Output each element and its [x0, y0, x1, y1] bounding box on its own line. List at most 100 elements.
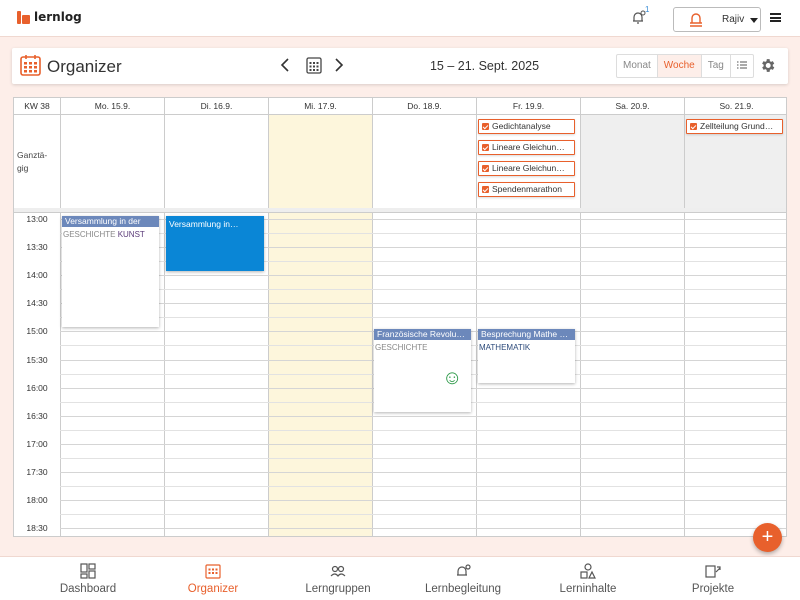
- nav-lernbegleitung[interactable]: Lernbegleitung: [403, 557, 523, 600]
- checkbox-icon: [482, 123, 489, 130]
- chevron-down-icon: [750, 18, 758, 23]
- task-chip[interactable]: Lineare Gleichun…: [478, 161, 575, 176]
- time-label: 15:00: [26, 326, 48, 336]
- grid-line: [60, 528, 786, 529]
- event-title: Besprechung Mathe …: [478, 329, 575, 340]
- nav-organizer[interactable]: Organizer: [153, 557, 273, 600]
- event-title: Französische Revolu…: [374, 329, 471, 340]
- task-chip[interactable]: Spendenmarathon: [478, 182, 575, 197]
- allday-label: Ganztä- gig: [17, 150, 48, 173]
- time-grid: 13:00 13:30 14:00 14:30 15:00 15:30 16:00 16:30…: [14, 213, 786, 536]
- task-label: Gedichtanalyse: [492, 121, 551, 131]
- calendar-event[interactable]: Versammlung in der GESCHICHTE KUNST: [62, 216, 159, 327]
- subject-tag: GESCHICHTE: [375, 343, 428, 352]
- logo[interactable]: lernlog: [17, 10, 82, 24]
- grid-line: [60, 275, 786, 276]
- task-chip[interactable]: Zellteilung Grund…: [686, 119, 783, 134]
- grid-line: [60, 430, 786, 431]
- nav-dashboard[interactable]: Dashboard: [28, 557, 148, 600]
- time-label: 18:00: [26, 495, 48, 505]
- task-label: Lineare Gleichun…: [492, 163, 565, 173]
- nav-label: Lerninhalte: [559, 583, 617, 595]
- day-header[interactable]: Sa. 20.9.: [580, 98, 684, 115]
- chevron-left-icon[interactable]: [280, 57, 290, 73]
- time-label: 14:00: [26, 270, 48, 280]
- bottom-nav: Dashboard Organizer Lerngruppen Lernbegl…: [0, 556, 800, 600]
- week-calendar: KW 38 Mo. 15.9. Di. 16.9. Mi. 17.9. Do. …: [13, 97, 787, 537]
- allday-cell[interactable]: [60, 115, 164, 208]
- day-header[interactable]: Mo. 15.9.: [60, 98, 164, 115]
- calendar-event[interactable]: Französische Revolu… GESCHICHTE ☺: [374, 329, 471, 412]
- view-day-button[interactable]: Tag: [702, 55, 731, 77]
- logo-text: lernlog: [34, 10, 82, 24]
- day-header[interactable]: Mi. 17.9.: [268, 98, 372, 115]
- grid-line: [60, 289, 786, 290]
- task-chip[interactable]: Gedichtanalyse: [478, 119, 575, 134]
- menu-icon[interactable]: [770, 13, 781, 22]
- mentor-icon: [457, 564, 471, 576]
- task-chip[interactable]: Lineare Gleichun…: [478, 140, 575, 155]
- grid-line: [60, 458, 786, 459]
- checkbox-icon: [482, 165, 489, 172]
- day-header[interactable]: Di. 16.9.: [164, 98, 268, 115]
- nav-lerninhalte[interactable]: Lerninhalte: [528, 557, 648, 600]
- week-number: KW 38: [24, 101, 50, 111]
- grid-line: [60, 317, 786, 318]
- grid-line: [60, 514, 786, 515]
- avatar-icon: [690, 13, 702, 27]
- grid-line: [60, 444, 786, 445]
- top-bar: lernlog 1 Rajiv: [0, 0, 800, 37]
- checkbox-icon: [482, 186, 489, 193]
- view-week-button[interactable]: Woche: [657, 55, 702, 77]
- event-subjects: MATHEMATIK: [478, 340, 575, 355]
- user-name: Rajiv: [722, 14, 745, 25]
- day-header[interactable]: So. 21.9.: [684, 98, 786, 115]
- subject-tag: GESCHICHTE: [63, 230, 116, 239]
- project-icon: [705, 565, 721, 578]
- nav-label: Dashboard: [59, 583, 117, 595]
- add-button[interactable]: +: [753, 523, 782, 552]
- user-select[interactable]: Rajiv: [673, 7, 761, 32]
- event-title: Versammlung in der: [62, 216, 159, 227]
- checkbox-icon: [482, 144, 489, 151]
- time-label: 17:30: [26, 467, 48, 477]
- day-header[interactable]: Fr. 19.9.: [476, 98, 580, 115]
- event-title: Versammlung in…: [166, 216, 264, 232]
- task-label: Zellteilung Grund…: [700, 121, 774, 131]
- notifications-button[interactable]: 1: [630, 5, 652, 29]
- list-icon: [736, 61, 747, 69]
- day-header[interactable]: Do. 18.9.: [372, 98, 476, 115]
- time-label: 17:00: [26, 439, 48, 449]
- page-title: Organizer: [47, 57, 122, 76]
- group-icon: [330, 565, 346, 577]
- date-picker-icon[interactable]: [306, 56, 322, 74]
- allday-cell[interactable]: [164, 115, 268, 208]
- task-label: Lineare Gleichun…: [492, 142, 565, 152]
- time-label: 15:30: [26, 355, 48, 365]
- view-switcher: Monat Woche Tag: [616, 54, 754, 78]
- view-month-button[interactable]: Monat: [617, 55, 658, 77]
- allday-cell[interactable]: [372, 115, 476, 208]
- calendar-icon: [205, 564, 221, 579]
- allday-cell[interactable]: [580, 115, 684, 208]
- event-subjects: GESCHICHTE: [374, 340, 471, 355]
- subject-tag: MATHEMATIK: [479, 343, 531, 352]
- gear-icon[interactable]: [759, 57, 776, 74]
- nav-label: Organizer: [187, 583, 239, 595]
- nav-projekte[interactable]: Projekte: [653, 557, 773, 600]
- chevron-right-icon[interactable]: [334, 57, 344, 73]
- grid-line: [60, 486, 786, 487]
- nav-lerngruppen[interactable]: Lerngruppen: [278, 557, 398, 600]
- smiley-icon: ☺: [442, 367, 463, 389]
- nav-label: Lernbegleitung: [424, 583, 502, 595]
- calendar-event[interactable]: Besprechung Mathe … MATHEMATIK: [478, 329, 575, 383]
- nav-label: Projekte: [691, 583, 735, 595]
- allday-cell[interactable]: [268, 115, 372, 208]
- time-label: 14:30: [26, 298, 48, 308]
- organizer-toolbar: Organizer 15 – 21. Sept. 2025 Monat Woch…: [12, 48, 788, 84]
- calendar-event-selected[interactable]: Versammlung in…: [166, 216, 264, 271]
- grid-line: [60, 472, 786, 473]
- view-list-button[interactable]: [731, 55, 753, 77]
- time-label: 16:30: [26, 411, 48, 421]
- notification-count: 1: [645, 5, 650, 14]
